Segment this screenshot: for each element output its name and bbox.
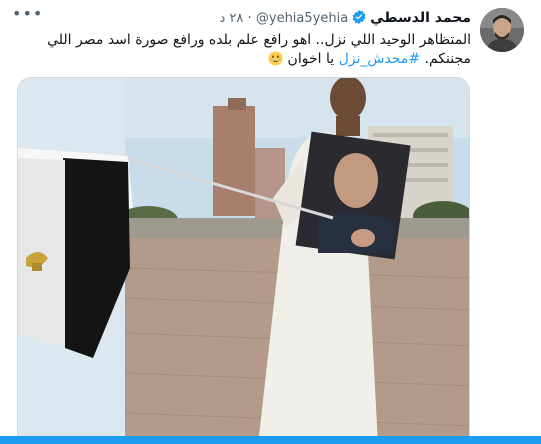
author-avatar[interactable] bbox=[480, 8, 524, 52]
tweet-timestamp[interactable]: ٢٨ د bbox=[220, 11, 244, 26]
header-separator: · bbox=[247, 10, 252, 26]
hashtag-link[interactable]: #محدش_نزل bbox=[339, 51, 421, 67]
verified-badge-icon bbox=[351, 9, 367, 25]
more-options-icon[interactable]: ••• bbox=[12, 6, 42, 22]
author-name[interactable]: محمد الدسطي bbox=[370, 10, 471, 26]
tweet-media-photo[interactable] bbox=[17, 77, 470, 444]
tweet-text-tail: يا اخوان bbox=[287, 51, 335, 67]
tweet-card[interactable]: ••• محمد الدسطي @yehia5yehia ·٢٨ د المتظاه… bbox=[0, 0, 541, 444]
grinning-face-emoji-icon bbox=[268, 51, 283, 66]
author-handle[interactable]: @yehia5yehia bbox=[256, 11, 348, 26]
tweet-header: محمد الدسطي @yehia5yehia ·٢٨ د bbox=[220, 8, 471, 29]
protester-photo bbox=[18, 78, 469, 444]
bottom-accent-bar bbox=[0, 436, 541, 444]
tweet-text: المتظاهر الوحيد اللي نزل.. اهو رافع علم … bbox=[16, 31, 471, 69]
